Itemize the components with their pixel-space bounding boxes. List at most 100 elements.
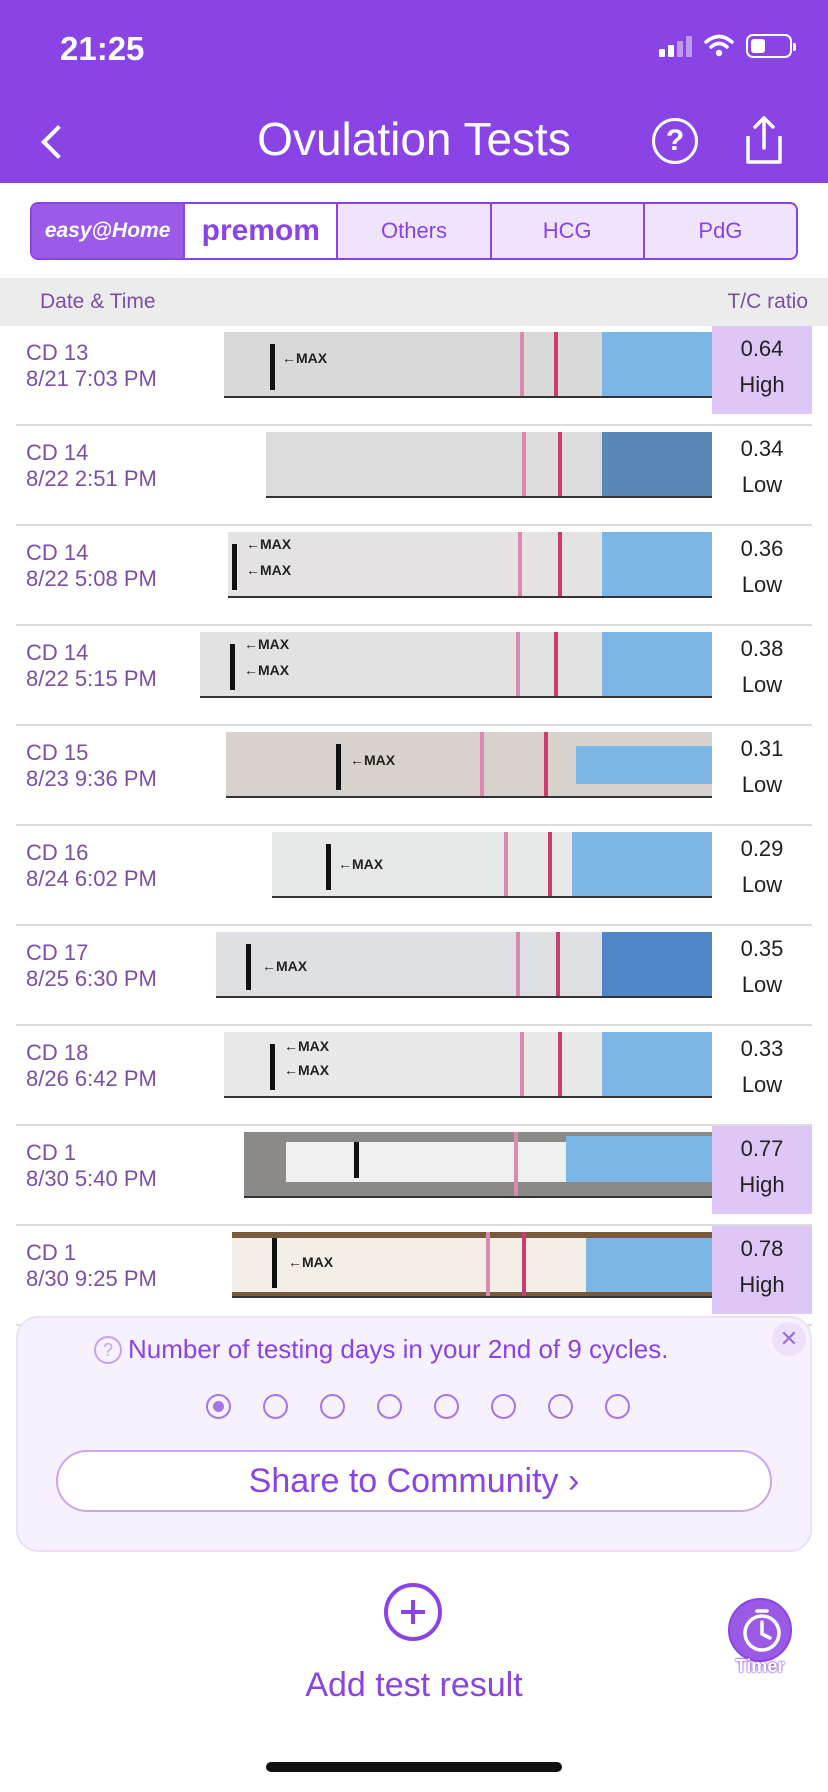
- test-strip-image: ←MAX: [232, 1232, 712, 1298]
- table-header: Date & Time T/C ratio: [0, 278, 828, 326]
- cellular-signal-icon: [659, 35, 692, 57]
- tc-ratio-value: 0.34: [740, 436, 784, 461]
- cycle-dot[interactable]: [320, 1394, 345, 1419]
- test-datetime: 8/25 6:30 PM: [26, 966, 157, 991]
- cycle-day: CD 15: [26, 740, 89, 765]
- close-card-button[interactable]: ✕: [772, 1322, 806, 1356]
- cycle-dots: [206, 1394, 630, 1419]
- tc-ratio-value: 0.77: [740, 1136, 784, 1161]
- ratio-cell: 0.36 Low: [712, 526, 812, 614]
- tc-ratio-value: 0.64: [740, 336, 784, 361]
- tc-level: High: [739, 372, 785, 397]
- tc-level: Low: [741, 772, 783, 797]
- cycle-dot[interactable]: [548, 1394, 573, 1419]
- test-datetime: 8/30 5:40 PM: [26, 1166, 157, 1191]
- ratio-cell: 0.38 Low: [712, 626, 812, 714]
- question-icon[interactable]: ?: [94, 1335, 122, 1364]
- test-datetime: 8/23 9:36 PM: [26, 766, 157, 791]
- tc-level: Low: [741, 872, 783, 897]
- test-datetime: 8/22 2:51 PM: [26, 466, 157, 491]
- test-strip-image: ←MAX ←MAX: [224, 1032, 712, 1098]
- cycle-day: CD 17: [26, 940, 89, 965]
- cycle-day: CD 14: [26, 440, 89, 465]
- test-datetime: 8/22 5:08 PM: [26, 566, 157, 591]
- tab-hcg[interactable]: HCG: [492, 204, 645, 258]
- status-time: 21:25: [60, 30, 145, 67]
- cycle-info: ? Number of testing days in your 2nd of …: [94, 1334, 669, 1365]
- test-row[interactable]: CD 1 8/30 9:25 PM ←MAX 0.78 High: [16, 1226, 812, 1326]
- tc-level: High: [739, 1272, 785, 1297]
- tc-level: Low: [741, 672, 783, 697]
- tc-ratio-value: 0.33: [740, 1036, 784, 1061]
- cycle-info-text: Number of testing days in your 2nd of 9 …: [128, 1334, 669, 1364]
- test-row[interactable]: CD 15 8/23 9:36 PM ←MAX 0.31 Low: [16, 726, 812, 826]
- cycle-day: CD 14: [26, 640, 89, 665]
- cycle-day: CD 13: [26, 340, 89, 365]
- brand-tabs: easy@Home premom Others HCG PdG: [30, 202, 798, 260]
- tc-ratio-value: 0.36: [740, 536, 784, 561]
- test-row[interactable]: CD 14 8/22 2:51 PM 0.34 Low: [16, 426, 812, 526]
- cycle-dot[interactable]: [206, 1394, 231, 1419]
- share-to-community-button[interactable]: Share to Community ›: [56, 1450, 772, 1512]
- share-button[interactable]: [740, 114, 788, 166]
- tc-level: Low: [741, 472, 783, 497]
- add-test-button[interactable]: [384, 1583, 442, 1641]
- column-header-date: Date & Time: [40, 290, 156, 313]
- ratio-cell: 0.29 Low: [712, 826, 812, 914]
- timer-button[interactable]: [728, 1598, 792, 1662]
- test-row[interactable]: CD 14 8/22 5:08 PM ←MAX ←MAX 0.36 Low: [16, 526, 812, 626]
- test-strip-image: [244, 1132, 712, 1198]
- test-datetime: 8/21 7:03 PM: [26, 366, 157, 391]
- timer-label: Timer: [735, 1656, 785, 1676]
- test-strip-image: ←MAX: [224, 332, 712, 398]
- help-button[interactable]: ?: [652, 118, 698, 164]
- page-title: Ovulation Tests: [257, 113, 571, 165]
- tc-level: High: [739, 1172, 785, 1197]
- test-row[interactable]: CD 17 8/25 6:30 PM ←MAX 0.35 Low: [16, 926, 812, 1026]
- test-strip-image: ←MAX: [216, 932, 712, 998]
- tab-others[interactable]: Others: [338, 204, 492, 258]
- tc-ratio-value: 0.35: [740, 936, 784, 961]
- cycle-day: CD 14: [26, 540, 89, 565]
- tc-ratio-value: 0.31: [740, 736, 784, 761]
- share-icon: [746, 116, 782, 164]
- tc-level: Low: [741, 1072, 783, 1097]
- test-datetime: 8/24 6:02 PM: [26, 866, 157, 891]
- test-row[interactable]: CD 16 8/24 6:02 PM ←MAX 0.29 Low: [16, 826, 812, 926]
- test-row[interactable]: CD 18 8/26 6:42 PM ←MAX ←MAX 0.33 Low: [16, 1026, 812, 1126]
- add-test-label[interactable]: Add test result: [0, 1666, 828, 1705]
- ratio-cell: 0.35 Low: [712, 926, 812, 1014]
- cycle-dot[interactable]: [605, 1394, 630, 1419]
- cycle-info-card: ✕ ? Number of testing days in your 2nd o…: [16, 1316, 812, 1552]
- test-datetime: 8/30 9:25 PM: [26, 1266, 157, 1291]
- ratio-cell: 0.33 Low: [712, 1026, 812, 1114]
- tab-pdg[interactable]: PdG: [645, 204, 796, 258]
- ratio-cell: 0.34 Low: [712, 426, 812, 514]
- test-list: CD 13 8/21 7:03 PM ←MAX 0.64 High CD 14 …: [0, 326, 828, 1326]
- test-strip-image: ←MAX ←MAX: [200, 632, 712, 698]
- cycle-day: CD 16: [26, 840, 89, 865]
- test-row[interactable]: CD 13 8/21 7:03 PM ←MAX 0.64 High: [16, 326, 812, 426]
- tc-ratio-value: 0.78: [740, 1236, 784, 1261]
- wifi-icon: [704, 34, 734, 57]
- test-row[interactable]: CD 14 8/22 5:15 PM ←MAX ←MAX 0.38 Low: [16, 626, 812, 726]
- tab-premom[interactable]: premom: [185, 204, 339, 258]
- battery-icon: [746, 34, 796, 58]
- cycle-dot[interactable]: [263, 1394, 288, 1419]
- ratio-cell: 0.77 High: [712, 1126, 812, 1214]
- cycle-day: CD 1: [26, 1140, 77, 1165]
- test-row[interactable]: CD 1 8/30 5:40 PM 0.77 High: [16, 1126, 812, 1226]
- tab-easy-home[interactable]: easy@Home: [32, 204, 186, 258]
- timer-icon: [743, 1609, 781, 1652]
- cycle-dot[interactable]: [434, 1394, 459, 1419]
- test-strip-image: ←MAX: [272, 832, 712, 898]
- test-strip-image: [266, 432, 712, 498]
- cycle-dot[interactable]: [377, 1394, 402, 1419]
- cycle-dot[interactable]: [491, 1394, 516, 1419]
- home-indicator[interactable]: [266, 1762, 562, 1772]
- test-datetime: 8/26 6:42 PM: [26, 1066, 157, 1091]
- tc-level: Low: [741, 972, 783, 997]
- cycle-day: CD 1: [26, 1240, 77, 1265]
- ratio-cell: 0.78 High: [712, 1226, 812, 1314]
- ratio-cell: 0.64 High: [712, 326, 812, 414]
